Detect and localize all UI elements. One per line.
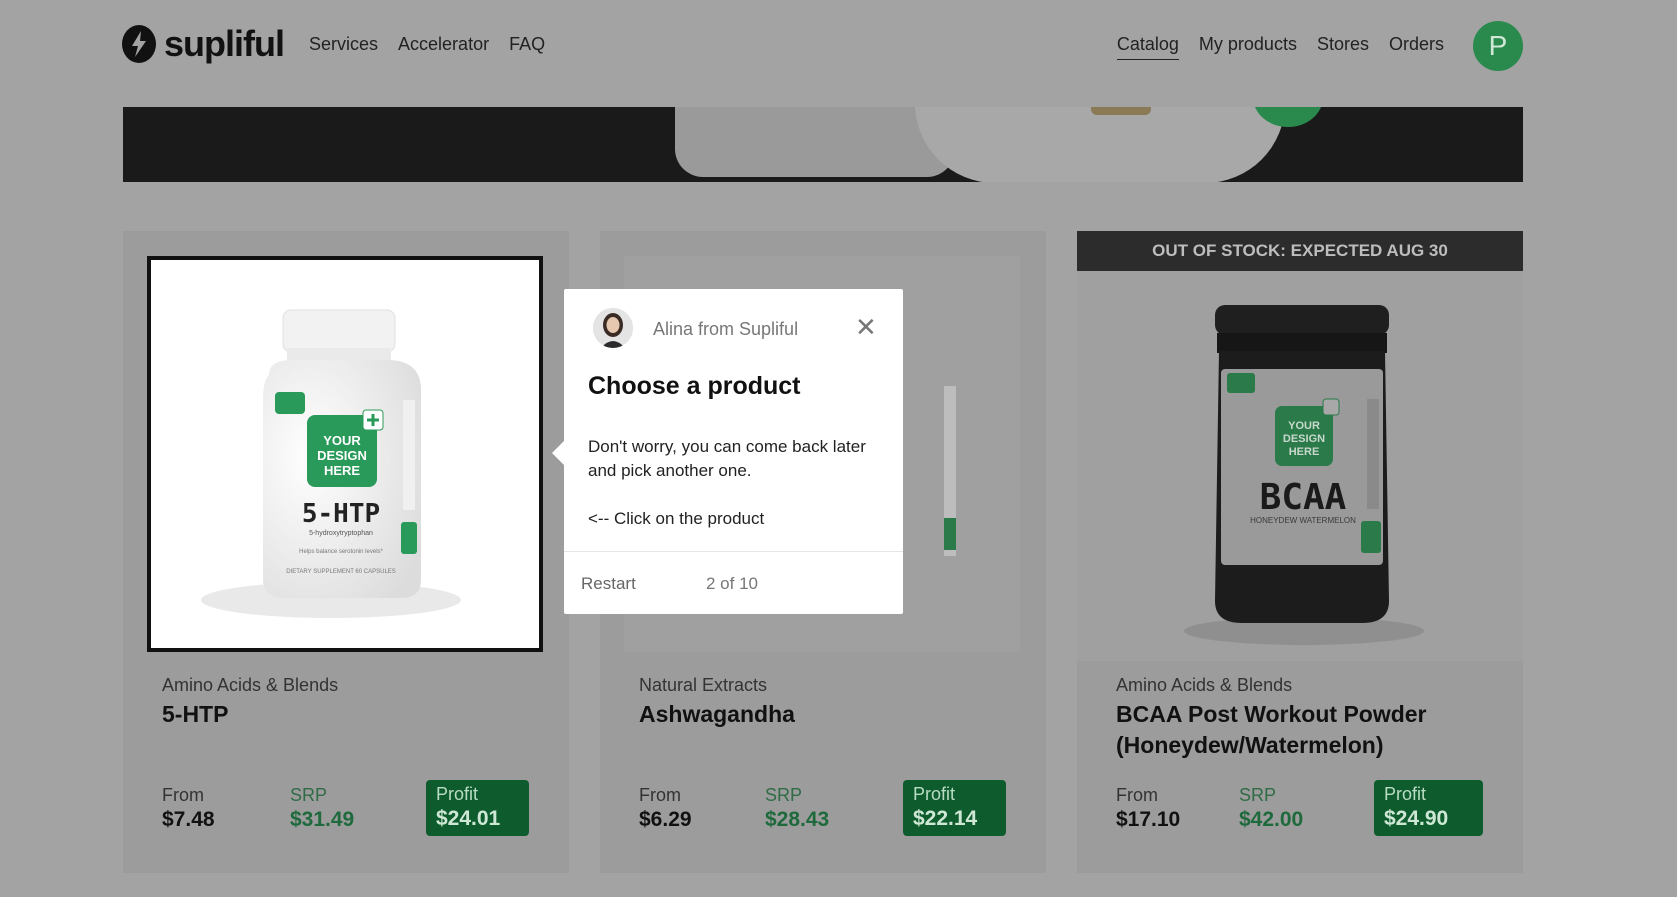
product-image-5-htp[interactable]: YOUR DESIGN HERE 5-HTP 5-hydroxytryptoph… [147, 256, 543, 652]
from-value: $6.29 [639, 808, 692, 831]
srp-value: $31.49 [290, 808, 355, 831]
bottle-subtitle: 5-hydroxytryptophan [309, 530, 373, 537]
guide-avatar [593, 308, 633, 348]
srp-label: SRP [1239, 785, 1277, 805]
label-placeholder-text: HERE [324, 463, 360, 478]
profit-badge: Profit $24.01 [426, 780, 529, 836]
supplement-bottle-image: YOUR DESIGN HERE 5-HTP 5-hydroxytryptoph… [201, 309, 461, 618]
banner-image-shape [915, 107, 1285, 182]
tooltip-hint: <-- Click on the product [588, 509, 765, 528]
from-label: From [162, 785, 204, 805]
tooltip-title: Choose a product [588, 372, 801, 400]
nav-accelerator[interactable]: Accelerator [398, 34, 489, 59]
bottle-tagline: Helps balance serotonin levels* [299, 549, 383, 555]
user-avatar[interactable]: P [1473, 21, 1523, 71]
nav-my-products[interactable]: My products [1199, 34, 1297, 60]
powder-tub-image: YOUR DESIGN HERE BCAA HONEYDEW WATERMELO… [1184, 305, 1424, 645]
bottle-footer: DIETARY SUPPLEMENT 60 CAPSULES [286, 569, 396, 575]
profit-label: Profit [1384, 784, 1427, 804]
promo-banner [123, 107, 1523, 182]
out-of-stock-banner: OUT OF STOCK: EXPECTED AUG 30 [1077, 231, 1523, 271]
nav-catalog[interactable]: Catalog [1116, 34, 1179, 60]
profit-label: Profit [436, 784, 479, 804]
label-placeholder-text: DESIGN [1283, 433, 1325, 445]
nav-left: Services Accelerator FAQ [309, 34, 545, 59]
srp-label: SRP [765, 785, 803, 805]
srp-price: SRP $42.00 [1239, 785, 1303, 832]
tub-product-name: BCAA [1260, 477, 1347, 518]
from-value: $7.48 [162, 808, 215, 831]
product-card[interactable]: OUT OF STOCK: EXPECTED AUG 30 YOUR DESIG… [1077, 231, 1523, 873]
label-placeholder-text: YOUR [1288, 420, 1320, 432]
product-name[interactable]: Ashwagandha [639, 699, 1019, 730]
top-header: supliful Services Accelerator FAQ Catalo… [0, 0, 1677, 100]
srp-value: $28.43 [765, 808, 830, 831]
profit-value: $24.01 [436, 807, 501, 830]
profit-value: $22.14 [913, 807, 978, 830]
nav-services[interactable]: Services [309, 34, 378, 59]
tooltip-sender: Alina from Supliful [653, 319, 799, 339]
restart-button[interactable]: Restart [581, 574, 636, 594]
from-label: From [1116, 785, 1158, 805]
profit-label: Profit [913, 784, 956, 804]
close-icon[interactable]: ✕ [855, 314, 877, 340]
profit-badge: Profit $24.90 [1374, 780, 1483, 836]
from-label: From [639, 785, 681, 805]
profit-value: $24.90 [1384, 807, 1449, 830]
nav-faq[interactable]: FAQ [509, 34, 545, 59]
from-value: $17.10 [1116, 808, 1181, 831]
nav-orders[interactable]: Orders [1389, 34, 1444, 60]
product-category: Amino Acids & Blends [162, 675, 339, 695]
onboarding-tooltip: Alina from Supliful ✕ Choose a product D… [552, 289, 903, 614]
from-price: From $17.10 [1116, 785, 1180, 832]
product-card[interactable]: YOUR DESIGN HERE 5-HTP 5-hydroxytryptoph… [123, 231, 569, 873]
product-name[interactable]: BCAA Post Workout Powder (Honeydew/Water… [1116, 699, 1496, 761]
from-price: From $7.48 [162, 785, 215, 832]
nav-stores[interactable]: Stores [1317, 34, 1369, 60]
label-placeholder-text: YOUR [323, 433, 361, 448]
srp-price: SRP $31.49 [290, 785, 354, 832]
tooltip-pointer [552, 441, 564, 465]
step-counter: 2 of 10 [706, 574, 758, 593]
banner-image-shape [675, 107, 955, 177]
srp-value: $42.00 [1239, 808, 1304, 831]
srp-price: SRP $28.43 [765, 785, 829, 832]
nav-right: Catalog My products Stores Orders [1116, 34, 1444, 60]
profit-badge: Profit $22.14 [903, 780, 1006, 836]
bottle-product-name: 5-HTP [302, 499, 380, 529]
product-name[interactable]: 5-HTP [162, 699, 542, 730]
from-price: From $6.29 [639, 785, 692, 832]
lightning-bolt-icon [122, 25, 156, 63]
label-placeholder-text: HERE [1289, 446, 1320, 458]
brand-name: supliful [164, 23, 285, 64]
product-image-bcaa[interactable]: YOUR DESIGN HERE BCAA HONEYDEW WATERMELO… [1077, 271, 1523, 661]
tooltip-divider [564, 551, 903, 552]
product-category: Amino Acids & Blends [1116, 675, 1293, 695]
srp-label: SRP [290, 785, 328, 805]
tub-flavor: HONEYDEW WATERMELON [1250, 516, 1356, 525]
brand-logo[interactable]: supliful [122, 23, 285, 64]
product-category: Natural Extracts [639, 675, 768, 695]
tooltip-body: Don't worry, you can come back later and… [588, 437, 866, 480]
banner-product-image [1091, 107, 1151, 115]
label-placeholder-text: DESIGN [317, 448, 367, 463]
